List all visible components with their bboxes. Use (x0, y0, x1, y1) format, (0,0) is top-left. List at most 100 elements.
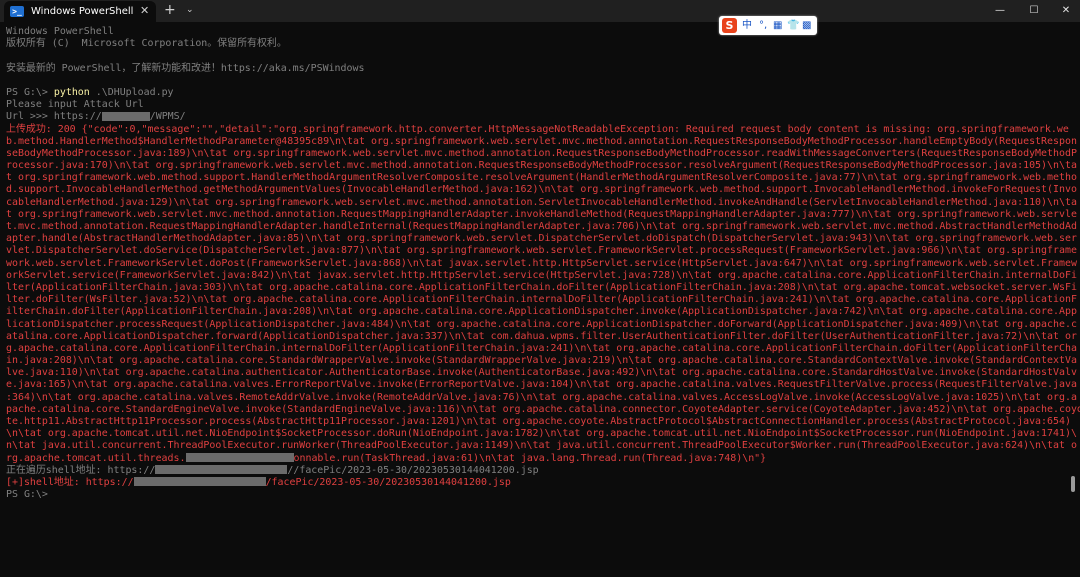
tab-title: Windows PowerShell (31, 6, 134, 17)
console-text: n\tat java.util.concurrent.ThreadPoolExe… (6, 440, 1077, 452)
console-text: lter.doFilter(WsFilter.java:52)\n\tat or… (6, 294, 1077, 306)
console-text: .\DHUpload.py (89, 86, 174, 98)
console-line: work.web.servlet.FrameworkServlet.doPost… (6, 258, 1077, 270)
console-line: rg.apache.tomcat.util.threads. onnable.ru… (6, 453, 1066, 465)
console-text: t.mvc.method.annotation.RequestMappingHa… (6, 221, 1077, 232)
powershell-icon: >_ (10, 6, 24, 17)
console-text: PS G:\> (6, 86, 54, 98)
console-line: 正在遍历shell地址: https:// //facePic/2023-05-3… (6, 465, 1066, 477)
console-text: onnable.run(TaskThread.java:61)\n\tat ja… (293, 452, 767, 464)
console-text: seBodyMethodProcessor.java:189)\n\tat or… (6, 147, 1077, 159)
redacted-text (155, 465, 288, 475)
console-line: n\tat java.util.concurrent.ThreadPoolExe… (6, 440, 1077, 452)
redacted-text (133, 477, 266, 487)
scrollbar[interactable] (1071, 24, 1077, 577)
console-text: licationDispatcher.processRequest(Applic… (6, 318, 1077, 330)
close-button[interactable]: ✕ (1054, 3, 1078, 19)
console-text: 正在遍历shell地址: https:// (6, 464, 156, 476)
powershell-window: >_ Windows PowerShell ✕ + ⌄ — ☐ ✕ S 中 °,… (0, 0, 1080, 577)
console-text: e.java:165)\n\tat org.apache.catalina.va… (6, 379, 1077, 391)
console-line: Url >>> https:// /WPMS/ (6, 111, 1066, 123)
chevron-down-icon[interactable]: ⌄ (186, 4, 194, 17)
console-line: cableHandlerMethod.java:129)\n\tat org.s… (6, 197, 1077, 209)
console-text: orkServlet.service(FrameworkServlet.java… (6, 269, 1077, 281)
console-line: te.http11.AbstractHttp11Processor.proces… (6, 416, 1071, 428)
console-text: \n\tat org.apache.tomcat.util.net.NioEnd… (6, 428, 1077, 440)
console-text: /WPMS/ (149, 111, 186, 123)
console-line: lter(ApplicationFilterChain.java:303)\n\… (6, 282, 1077, 294)
console-line: t org.springframework.web.method.support… (6, 172, 1077, 184)
console-text: b.method.HandlerMethod$HandlerMethodPara… (6, 135, 1077, 147)
console-text: vlet.DispatcherServlet.doService(Dispatc… (6, 245, 1077, 257)
scrollbar-thumb[interactable] (1071, 476, 1075, 492)
console-text: Url >>> https:// (6, 111, 102, 123)
console-line: 上传成功: 200 {"code":0,"message":"","detail… (6, 123, 1069, 136)
console-text: /facePic/2023-05-30/20230530144041200.js… (265, 476, 511, 488)
console-text: pache.catalina.core.StandardEngineValve.… (6, 403, 1080, 415)
console-line: 安装最新的 PowerShell，了解新功能和改进！https://aka.ms… (6, 63, 1066, 75)
console-line: d.support.InvocableHandlerMethod.getMeth… (6, 184, 1077, 196)
console-text: te.http11.AbstractHttp11Processor.proces… (6, 416, 1071, 427)
console-line: g.apache.catalina.core.ApplicationFilter… (6, 343, 1077, 355)
console-text: t org.springframework.web.servlet.mvc.me… (6, 208, 1077, 220)
console-text: rocessor.java:170)\n\tat org.springframe… (6, 160, 1077, 172)
console-text: 上传成功: 200 {"code":0,"message":"","detail… (6, 123, 1069, 135)
title-bar: >_ Windows PowerShell ✕ + ⌄ — ☐ ✕ (0, 0, 1080, 22)
console-line: ilterChain.doFilter(ApplicationFilterCha… (6, 306, 1077, 318)
console-line: PS G:\> (6, 489, 1066, 501)
console-line: pache.catalina.core.StandardEngineValve.… (6, 404, 1080, 416)
console-text: [+]shell地址: https:// (6, 476, 134, 488)
minimize-button[interactable]: — (988, 3, 1012, 19)
console-line: rocessor.java:170)\n\tat org.springframe… (6, 160, 1077, 172)
close-tab-icon[interactable]: ✕ (140, 4, 149, 18)
console-text: 版权所有 (C) Microsoft Corporation。保留所有权利。 (6, 38, 287, 50)
console-line: :364)\n\tat org.apache.catalina.valves.R… (6, 392, 1077, 404)
redacted-text (101, 111, 150, 121)
console-text: Windows PowerShell (6, 26, 114, 37)
console-text: //facePic/2023-05-30/20230530144041200.j… (287, 464, 539, 476)
console-text: Please input Attack Url (6, 99, 144, 111)
console-text: work.web.servlet.FrameworkServlet.doPost… (6, 257, 1077, 269)
console-line: \n\tat org.apache.tomcat.util.net.NioEnd… (6, 428, 1077, 440)
console-text: cableHandlerMethod.java:129)\n\tat org.s… (6, 196, 1077, 208)
console-text: lve.java:110)\n\tat org.apache.catalina.… (6, 367, 1077, 379)
console-line: licationDispatcher.processRequest(Applic… (6, 319, 1077, 331)
console-line: t org.springframework.web.servlet.mvc.me… (6, 209, 1077, 221)
console-line: atalina.core.ApplicationDispatcher.forwa… (6, 331, 1077, 343)
console-line: b.method.HandlerMethod$HandlerMethodPara… (6, 136, 1077, 148)
console-line: apter.handle(AbstractHandlerMethodAdapte… (6, 233, 1077, 245)
maximize-button[interactable]: ☐ (1022, 3, 1046, 19)
console-text: 安装最新的 PowerShell，了解新功能和改进！https://aka.ms… (6, 62, 365, 74)
console-text: rg.apache.tomcat.util.threads. (6, 452, 186, 464)
tab-powershell[interactable]: >_ Windows PowerShell ✕ (4, 1, 156, 22)
terminal-output[interactable]: Windows PowerShell 版权所有 (C) Microsoft Cor… (6, 26, 1080, 501)
console-line: t.mvc.method.annotation.RequestMappingHa… (6, 221, 1077, 233)
console-text: ilterChain.doFilter(ApplicationFilterCha… (6, 306, 1077, 318)
console-text: g.apache.catalina.core.ApplicationFilter… (6, 342, 1077, 354)
redacted-text (185, 453, 294, 463)
console-text: d.support.InvocableHandlerMethod.getMeth… (6, 184, 1077, 196)
console-line: Please input Attack Url (6, 99, 1066, 111)
console-line: e.java:165)\n\tat org.apache.catalina.va… (6, 379, 1077, 391)
console-line: seBodyMethodProcessor.java:189)\n\tat or… (6, 148, 1077, 160)
console-text: lter(ApplicationFilterChain.java:303)\n\… (6, 281, 1077, 293)
console-line: PS G:\> python .\DHUpload.py (6, 87, 1066, 99)
console-line: vlet.DispatcherServlet.doService(Dispatc… (6, 245, 1077, 257)
new-tab-button[interactable]: + (164, 2, 176, 19)
console-text: PS G:\> (6, 489, 48, 501)
console-text: apter.handle(AbstractHandlerMethodAdapte… (6, 233, 1077, 245)
console-text: t org.springframework.web.method.support… (6, 172, 1077, 184)
console-line: Windows PowerShell (6, 26, 1066, 38)
console-text: in.java:208)\n\tat org.apache.catalina.c… (6, 355, 1077, 367)
console-line: lve.java:110)\n\tat org.apache.catalina.… (6, 367, 1077, 379)
console-line: [+]shell地址: https:// /facePic/2023-05-30/… (6, 477, 1066, 489)
console-text: :364)\n\tat org.apache.catalina.valves.R… (6, 391, 1077, 403)
console-line: lter.doFilter(WsFilter.java:52)\n\tat or… (6, 294, 1077, 306)
console-line: 版权所有 (C) Microsoft Corporation。保留所有权利。 (6, 38, 1066, 50)
console-line: in.java:208)\n\tat org.apache.catalina.c… (6, 355, 1077, 367)
console-line: orkServlet.service(FrameworkServlet.java… (6, 270, 1077, 282)
console-text: atalina.core.ApplicationDispatcher.forwa… (6, 330, 1077, 342)
console-text: python (53, 86, 90, 98)
